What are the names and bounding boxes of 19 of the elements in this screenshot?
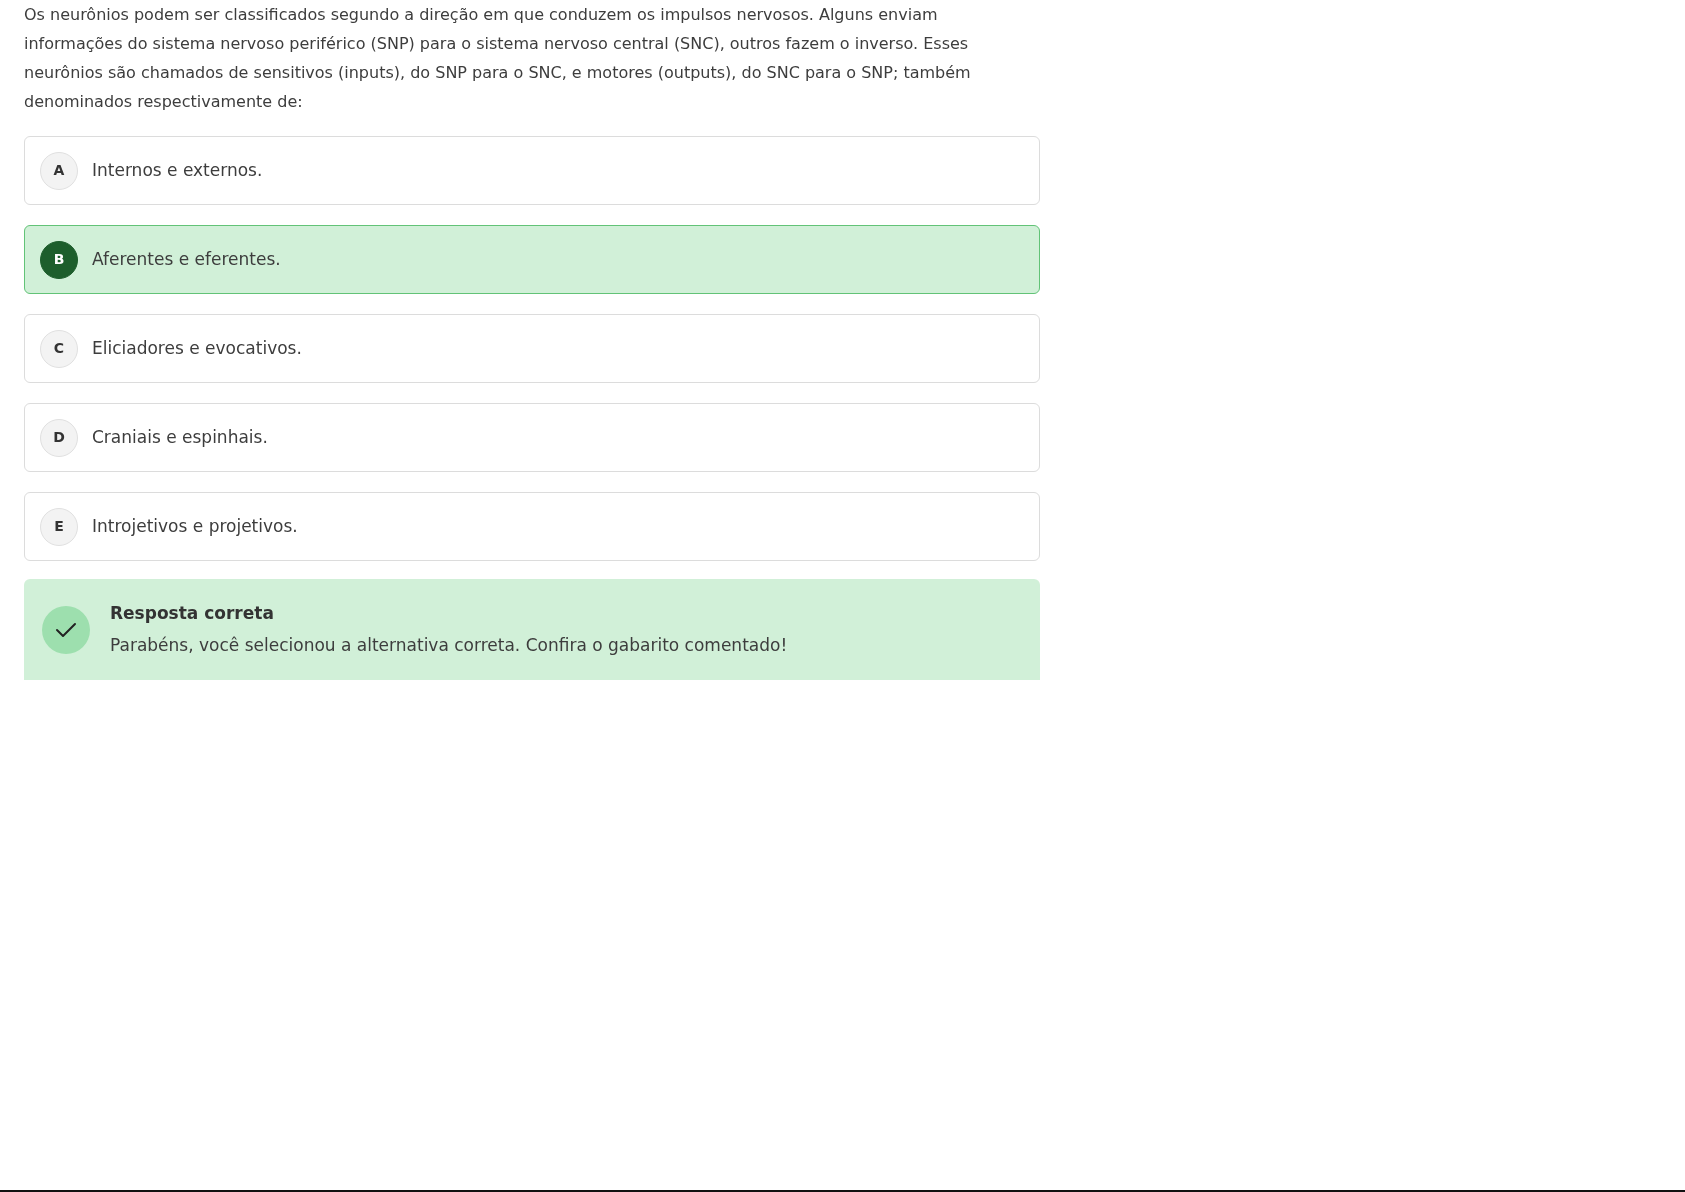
answer-option[interactable]: C Eliciadores e evocativos. — [24, 314, 1040, 383]
option-letter: C — [40, 329, 78, 368]
answer-option[interactable]: D Craniais e espinhais. — [24, 403, 1040, 472]
option-text: Aferentes e eferentes. — [92, 247, 281, 271]
question-text: Os neurônios podem ser classificados segundo a direção em que conduzem os impulsos nervosos. Alguns enviam informações do sistema nervoso periférico (SNP) para o sistema nervoso central (SNC), outros fazem o inverso. Esses neurônios são chamados de sensitivos (inputs), do SNP para o SNC, e motores (outputs), do SNC para o SNP; também denominados respectivamente de: — [24, 4, 972, 113]
option-text: Internos e externos. — [92, 158, 263, 182]
check-icon — [55, 621, 77, 638]
answer-option[interactable]: E Introjetivos e projetivos. — [24, 492, 1040, 561]
option-letter: D — [40, 418, 78, 457]
answer-option[interactable]: B Aferentes e eferentes. — [24, 225, 1040, 294]
option-text: Eliciadores e evocativos. — [92, 336, 302, 360]
option-text: Craniais e espinhais. — [92, 425, 268, 449]
option-letter: A — [40, 151, 78, 190]
option-letter: B — [40, 240, 78, 279]
feedback-title: Resposta correta — [110, 602, 275, 625]
option-letter: E — [40, 507, 78, 546]
answer-option[interactable]: A Internos e externos. — [24, 136, 1040, 205]
feedback-message: Parabéns, você selecionou a alternativa correta. Confira o gabarito comentado! — [110, 633, 788, 657]
option-text: Introjetivos e projetivos. — [92, 514, 298, 538]
